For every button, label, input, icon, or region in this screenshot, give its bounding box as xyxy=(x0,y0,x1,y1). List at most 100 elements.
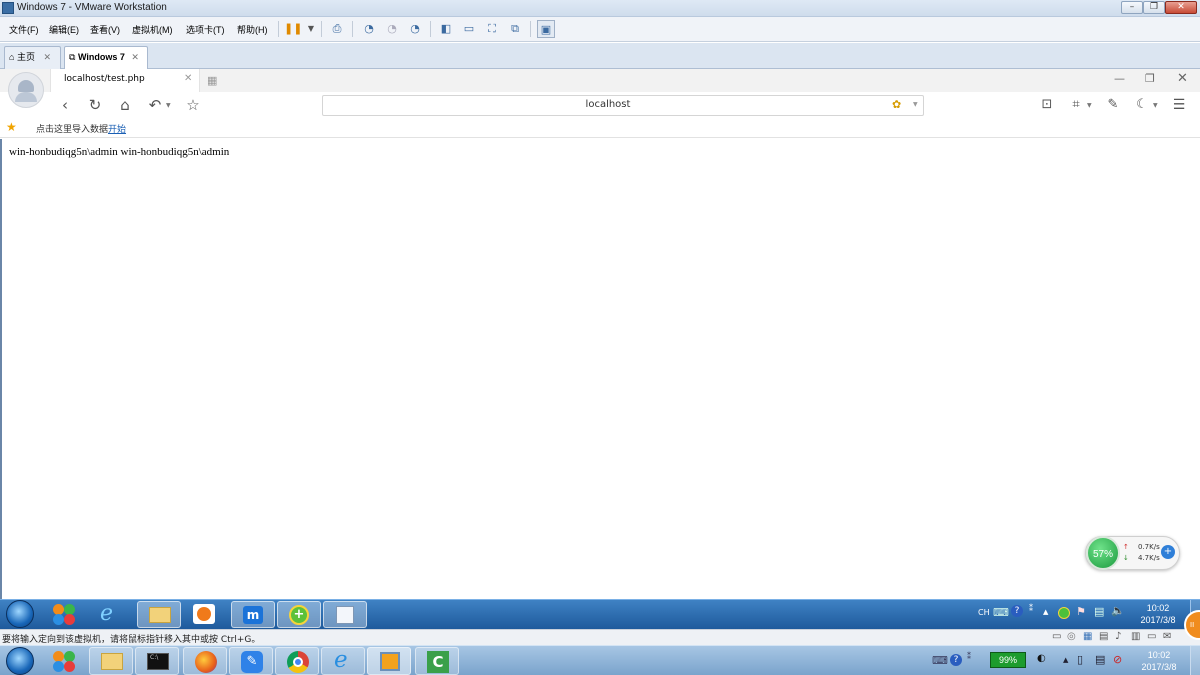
back-icon[interactable]: ‹ xyxy=(56,96,74,114)
input-language[interactable]: CH xyxy=(978,608,990,617)
accelerate-icon[interactable]: + xyxy=(1161,545,1175,559)
toolbox-icon[interactable]: ⊡ xyxy=(1038,96,1056,114)
chevron-down-icon[interactable]: ▼ xyxy=(1087,102,1092,109)
volume-muted-icon[interactable]: ⊘ xyxy=(1113,653,1122,666)
battery-saver-icon[interactable]: ◐ xyxy=(1037,653,1046,664)
close-tab-icon[interactable]: ✕ xyxy=(43,52,51,62)
menu-help[interactable]: 帮助(H) xyxy=(237,23,268,36)
browser-restore-icon[interactable]: ❐ xyxy=(1145,72,1155,85)
revert-snapshot-icon[interactable]: ◔ xyxy=(383,20,401,38)
bookmark-import-link[interactable]: 开始 xyxy=(108,122,126,135)
sound-icon[interactable]: ♪ xyxy=(1115,631,1121,642)
home-icon[interactable]: ⌂ xyxy=(116,96,134,114)
host-start-button[interactable] xyxy=(6,647,34,675)
keyboard-icon[interactable]: ⌨ xyxy=(993,606,1009,619)
cdrom-icon[interactable]: ◎ xyxy=(1067,631,1076,642)
memory-usage-ball[interactable]: 57% xyxy=(1086,536,1120,570)
avatar[interactable] xyxy=(8,72,44,108)
sidebar-toggle-icon[interactable]: ◧ xyxy=(437,20,455,38)
menu-edit[interactable]: 编辑(E) xyxy=(49,23,79,36)
host-chrome-button[interactable] xyxy=(275,647,319,675)
app-icon-colorful[interactable] xyxy=(50,649,78,673)
host-time: 10:02 xyxy=(1147,650,1171,660)
ime-options-icon[interactable]: ⁑ xyxy=(967,652,971,661)
media-player-icon[interactable] xyxy=(193,604,215,624)
menu-tabs[interactable]: 选项卡(T) xyxy=(186,23,225,36)
host-explorer-button[interactable] xyxy=(89,647,133,675)
network-icon[interactable]: ▤ xyxy=(1095,653,1105,666)
tab-windows7[interactable]: ⧉ Windows 7 ✕ xyxy=(64,46,148,69)
address-bar[interactable]: localhost ✿ ▼ xyxy=(322,95,924,116)
message-icon[interactable]: ✉ xyxy=(1163,631,1171,642)
close-button[interactable]: ✕ xyxy=(1165,1,1197,14)
chevron-down-icon[interactable]: ▼ xyxy=(166,102,171,109)
night-mode-icon[interactable]: ☾ xyxy=(1133,96,1151,114)
snapshot-icon[interactable]: ◔ xyxy=(360,20,378,38)
compat-mode-icon[interactable]: ✿ xyxy=(892,98,901,111)
send-keys-icon[interactable]: ⎙ xyxy=(328,20,346,38)
unity-icon[interactable]: ⧉ xyxy=(506,20,524,38)
explorer-taskbar-button[interactable] xyxy=(137,601,181,628)
security-taskbar-button[interactable]: + xyxy=(277,601,321,628)
host-firefox-button[interactable] xyxy=(183,647,227,675)
host-feather-app-button[interactable]: ✎ xyxy=(229,647,273,675)
refresh-icon[interactable]: ↻ xyxy=(86,96,104,114)
guest-taskbar: e m + CH ⌨ ? ⁑ ▲ ⚑ ▤ 🔈 10:02 2017/3/8 xyxy=(0,599,1200,629)
show-hidden-icons[interactable]: ▲ xyxy=(1063,656,1068,664)
restore-button[interactable]: ❐ xyxy=(1143,1,1165,14)
usb-icon[interactable]: ▤ xyxy=(1099,631,1108,642)
minimize-button[interactable]: – xyxy=(1121,1,1143,14)
flag-icon[interactable]: ⚑ xyxy=(1076,605,1086,618)
battery-indicator[interactable]: 99% xyxy=(990,652,1026,668)
menu-view[interactable]: 查看(V) xyxy=(90,23,120,36)
menu-vm[interactable]: 虚拟机(M) xyxy=(132,23,173,36)
printer-icon[interactable]: ▥ xyxy=(1131,631,1140,642)
maxthon-taskbar-button[interactable]: m xyxy=(231,601,275,628)
security-tray-icon[interactable] xyxy=(1058,607,1070,619)
network-icon[interactable]: ▤ xyxy=(1094,605,1104,618)
show-hidden-icons[interactable]: ▲ xyxy=(1043,608,1048,616)
thumbnail-bar-icon[interactable]: ▭ xyxy=(460,20,478,38)
host-ie-button[interactable]: e xyxy=(321,647,365,675)
browser-tab-active[interactable]: localhost/test.php ✕ xyxy=(50,69,200,92)
tab-list-icon[interactable]: ▦ xyxy=(207,74,217,87)
favorite-star-icon[interactable]: ☆ xyxy=(184,96,202,114)
host-clock[interactable]: 10:02 2017/3/8 xyxy=(1133,649,1185,673)
menu-file[interactable]: 文件(F) xyxy=(9,23,39,36)
chevron-down-icon[interactable]: ▼ xyxy=(913,101,918,108)
tools-wrench-icon[interactable]: ✎ xyxy=(1104,96,1122,114)
menu-icon[interactable]: ☰ xyxy=(1170,96,1188,114)
keyboard-icon[interactable]: ⌨ xyxy=(932,654,948,667)
network-adapter-icon[interactable]: ▦ xyxy=(1083,631,1092,642)
snapshot-manager-icon[interactable]: ◔ xyxy=(406,20,424,38)
chevron-down-icon[interactable]: ▼ xyxy=(1153,102,1158,109)
browser-minimize-icon[interactable]: — xyxy=(1114,72,1125,85)
close-tab-icon[interactable]: ✕ xyxy=(131,52,139,62)
ime-options-icon[interactable]: ⁑ xyxy=(1029,604,1033,613)
host-show-desktop-button[interactable] xyxy=(1190,646,1200,675)
pause-icon[interactable]: ❚❚ xyxy=(284,20,302,38)
help-icon[interactable]: ? xyxy=(950,654,962,666)
browser-close-icon[interactable]: ✕ xyxy=(1177,71,1188,86)
tab-home[interactable]: ⌂ 主页 ✕ xyxy=(4,46,61,69)
host-cmd-button[interactable]: C:\ xyxy=(135,647,179,675)
ie-icon[interactable]: e xyxy=(100,601,113,626)
host-camtasia-button[interactable]: C xyxy=(415,647,459,675)
app-icon-colorful[interactable] xyxy=(50,602,78,626)
guest-clock[interactable]: 10:02 2017/3/8 xyxy=(1132,602,1184,626)
screenshot-icon[interactable]: ⌗ xyxy=(1067,96,1085,114)
console-view-icon[interactable]: ▣ xyxy=(537,20,555,38)
window-taskbar-button[interactable] xyxy=(323,601,367,628)
chevron-down-icon[interactable]: ▼ xyxy=(302,20,320,38)
start-button[interactable] xyxy=(6,600,34,628)
fullscreen-icon[interactable]: ⛶ xyxy=(483,20,501,38)
volume-icon[interactable]: 🔈 xyxy=(1111,604,1125,617)
hdd-icon[interactable]: ▭ xyxy=(1052,631,1061,642)
host-vmware-button[interactable] xyxy=(367,647,411,675)
close-tab-icon[interactable]: ✕ xyxy=(184,73,192,84)
device-icon[interactable]: ▯ xyxy=(1077,653,1083,666)
network-speed-widget[interactable]: 57% ↑ 0.7K/s ↓ 4.7K/s + xyxy=(1085,536,1180,570)
display-icon[interactable]: ▭ xyxy=(1147,631,1156,642)
undo-close-icon[interactable]: ↶ xyxy=(146,96,164,114)
help-icon[interactable]: ? xyxy=(1011,605,1023,617)
